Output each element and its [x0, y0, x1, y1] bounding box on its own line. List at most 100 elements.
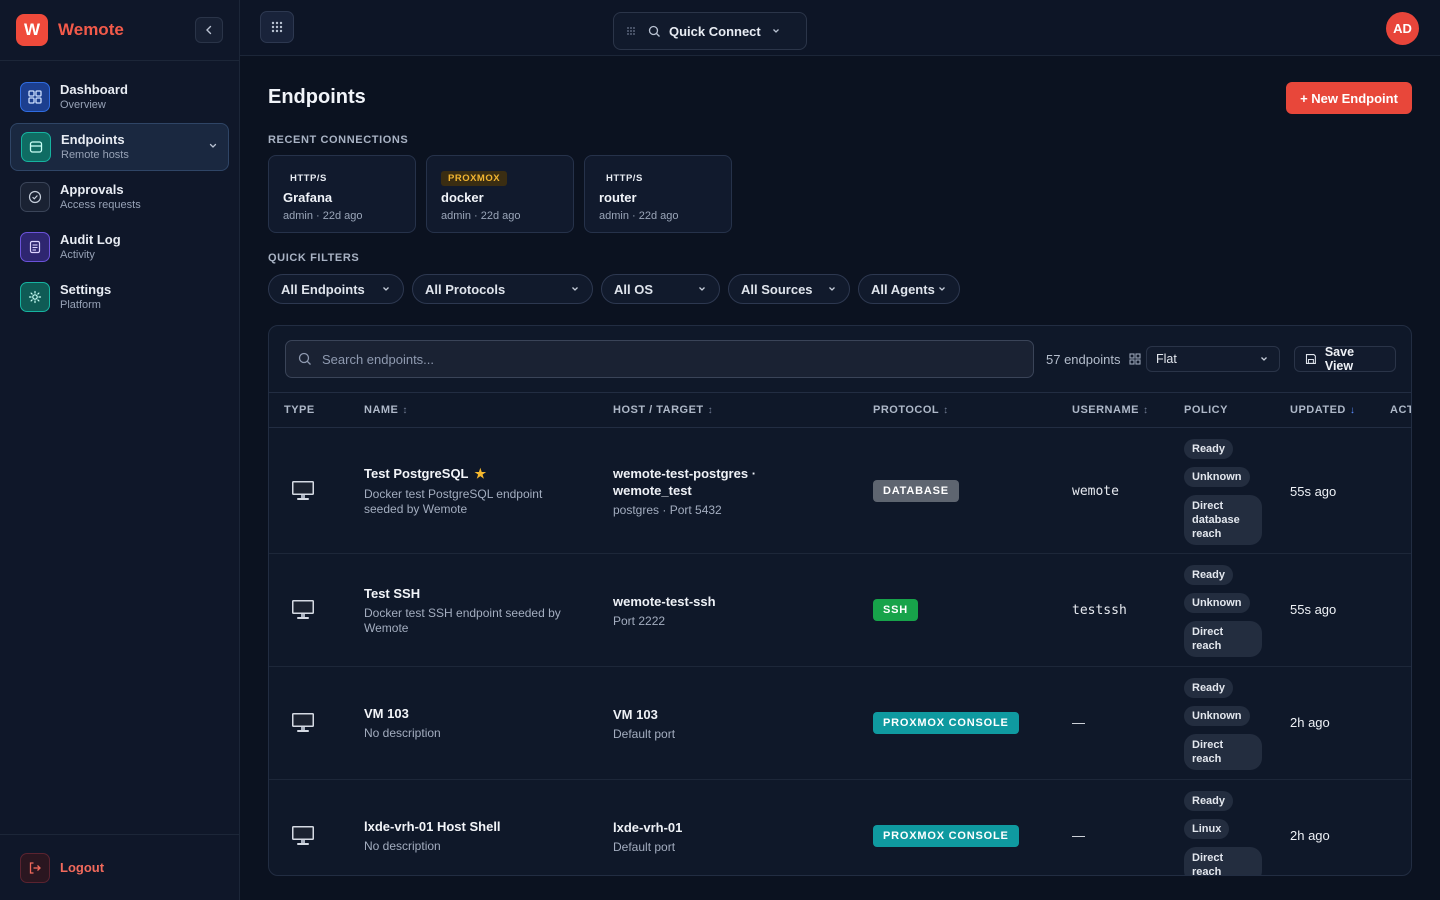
column-header-label: ACT — [1390, 404, 1412, 416]
policy-pill: Ready — [1184, 565, 1234, 585]
view-grid-icon — [1129, 353, 1141, 365]
sort-icon: ↕ — [1142, 405, 1149, 416]
updated-time: 2h ago — [1290, 715, 1330, 730]
recent-connection-name: docker — [441, 190, 484, 205]
sidebar-item-sub: Overview — [60, 99, 106, 111]
endpoint-description: Docker test PostgreSQL endpoint seeded by… — [364, 487, 594, 517]
filter-sources[interactable]: All Sources — [728, 274, 850, 304]
description-line: Docker test PostgreSQL endpoint — [364, 487, 543, 501]
policy-line: Direct — [1192, 626, 1224, 638]
table-row[interactable]: VM 103 No description VM 103 Default por… — [269, 667, 1411, 780]
recent-connection-card[interactable]: HTTP/S router admin · 22d ago — [584, 155, 732, 233]
filter-endpoints[interactable]: All Endpoints — [268, 274, 404, 304]
logout-button[interactable]: Logout — [0, 834, 239, 900]
policy-line: reach — [1192, 753, 1222, 765]
endpoint-name[interactable]: VM 103 — [364, 706, 594, 721]
endpoint-description: Docker test SSH endpoint seeded by Wemote — [364, 606, 594, 636]
table-header: TYPE NAME ↕ HOST / TARGET ↕ PROTOCOL ↕ USER… — [269, 392, 1412, 428]
host-target: VM 103 — [613, 707, 658, 722]
column-header-name[interactable]: NAME ↕ — [364, 404, 408, 416]
sidebar-item-audit-log[interactable]: Audit Log Activity — [10, 223, 229, 271]
filter-protocols[interactable]: All Protocols — [412, 274, 593, 304]
column-header-protocol[interactable]: PROTOCOL ↕ — [873, 404, 949, 416]
policy-pill: Unknown — [1184, 593, 1250, 613]
protocol-badge: DATABASE — [873, 480, 959, 502]
collapse-sidebar-button[interactable] — [195, 17, 223, 43]
brand-name[interactable]: Wemote — [58, 20, 124, 40]
quick-connect-button[interactable]: Quick Connect — [613, 12, 807, 50]
table-row[interactable]: lxde-vrh-01 Host Shell No description lx… — [269, 780, 1411, 875]
sidebar-item-approvals[interactable]: Approvals Access requests — [10, 173, 229, 221]
filter-label: All Protocols — [425, 281, 506, 297]
save-view-label: Save View — [1324, 345, 1355, 373]
policy-line: reach — [1192, 640, 1222, 652]
sort-icon: ↕ — [707, 405, 714, 416]
host-sub: Default port — [613, 840, 676, 854]
endpoint-description: No description — [364, 726, 441, 740]
column-header-username[interactable]: USERNAME ↕ — [1072, 404, 1148, 416]
filter-agents[interactable]: All Agents — [858, 274, 960, 304]
document-icon — [20, 232, 50, 262]
filter-os[interactable]: All OS — [601, 274, 720, 304]
sidebar-item-label: Endpoints — [61, 132, 125, 147]
search-icon — [298, 352, 311, 365]
chevron-down-icon — [699, 287, 705, 291]
username: wemote — [1072, 484, 1119, 499]
endpoint-name[interactable]: lxde-vrh-01 Host Shell — [364, 819, 594, 834]
host-sub: Default port — [613, 727, 676, 741]
grid-icon — [271, 21, 283, 33]
policy-pills: Ready Unknown Direct reach — [1184, 678, 1284, 778]
updated-time: 55s ago — [1290, 602, 1337, 617]
quick-filters: All Endpoints All Protocols All OS All S… — [268, 274, 960, 304]
sidebar-item-endpoints[interactable]: Endpoints Remote hosts — [10, 123, 229, 171]
host-line: wemote-test-postgres · — [613, 466, 757, 481]
host-target: wemote-test-ssh — [613, 594, 716, 609]
recent-connection-card[interactable]: PROXMOX docker admin · 22d ago — [426, 155, 574, 233]
page-title: Endpoints — [268, 86, 366, 108]
endpoint-name[interactable]: Test PostgreSQL ★ — [364, 466, 594, 482]
endpoint-name[interactable]: Test SSH — [364, 586, 594, 601]
column-header-updated[interactable]: UPDATED ↓ — [1290, 404, 1355, 416]
endpoints-panel: Search endpoints... 57 endpoints Flat Sa… — [268, 325, 1412, 876]
endpoint-name-text: VM 103 — [364, 706, 409, 721]
sidebar-nav: Dashboard Overview Endpoints Remote host… — [0, 61, 239, 335]
column-header-policy: POLICY — [1184, 404, 1228, 416]
apps-grid-button[interactable] — [260, 11, 294, 43]
filter-label: All Sources — [741, 281, 813, 297]
policy-pill: Unknown — [1184, 467, 1250, 487]
search-input[interactable]: Search endpoints... — [285, 340, 1034, 378]
filter-label: All OS — [614, 281, 654, 297]
logout-icon — [20, 852, 50, 883]
protocol-chip: HTTP/S — [290, 173, 327, 184]
recent-connection-meta: admin · 22d ago — [599, 210, 679, 222]
check-circle-icon — [20, 182, 50, 212]
brand-logo[interactable]: W — [16, 14, 48, 46]
monitor-icon — [292, 826, 314, 845]
host-sub: postgres · Port 5432 — [613, 503, 722, 517]
view-mode-select[interactable]: Flat — [1146, 346, 1280, 372]
sidebar-item-dashboard[interactable]: Dashboard Overview — [10, 73, 229, 121]
policy-pill: Direct database reach — [1184, 495, 1262, 545]
table-row[interactable]: Test PostgreSQL ★ Docker test PostgreSQL … — [269, 428, 1411, 554]
endpoint-name-text: Test PostgreSQL — [364, 466, 469, 481]
column-header-type: TYPE — [284, 404, 315, 416]
drag-handle-icon — [627, 27, 635, 35]
table-row[interactable]: Test SSH Docker test SSH endpoint seeded… — [269, 554, 1411, 667]
policy-pill: Linux — [1184, 819, 1230, 839]
column-header-label: UPDATED — [1290, 404, 1346, 416]
sort-desc-icon: ↓ — [1349, 405, 1356, 416]
sidebar-item-sub: Activity — [60, 249, 95, 261]
dashboard-icon — [20, 82, 50, 112]
save-view-button[interactable]: Save View — [1294, 345, 1396, 373]
star-icon[interactable]: ★ — [475, 466, 487, 481]
sidebar-item-settings[interactable]: Settings Platform — [10, 273, 229, 321]
user-avatar[interactable]: AD — [1386, 12, 1419, 45]
column-header-actions: ACT — [1390, 404, 1412, 416]
chevron-down-icon — [1261, 357, 1267, 361]
column-header-host[interactable]: HOST / TARGET ↕ — [613, 404, 713, 416]
search-placeholder: Search endpoints... — [322, 351, 435, 367]
new-endpoint-button[interactable]: + New Endpoint — [1286, 82, 1412, 114]
sort-icon: ↕ — [943, 405, 949, 416]
recent-connection-card[interactable]: HTTP/S Grafana admin · 22d ago — [268, 155, 416, 233]
sidebar: W Wemote Dashboard Overview Endpoints Re… — [0, 0, 240, 900]
